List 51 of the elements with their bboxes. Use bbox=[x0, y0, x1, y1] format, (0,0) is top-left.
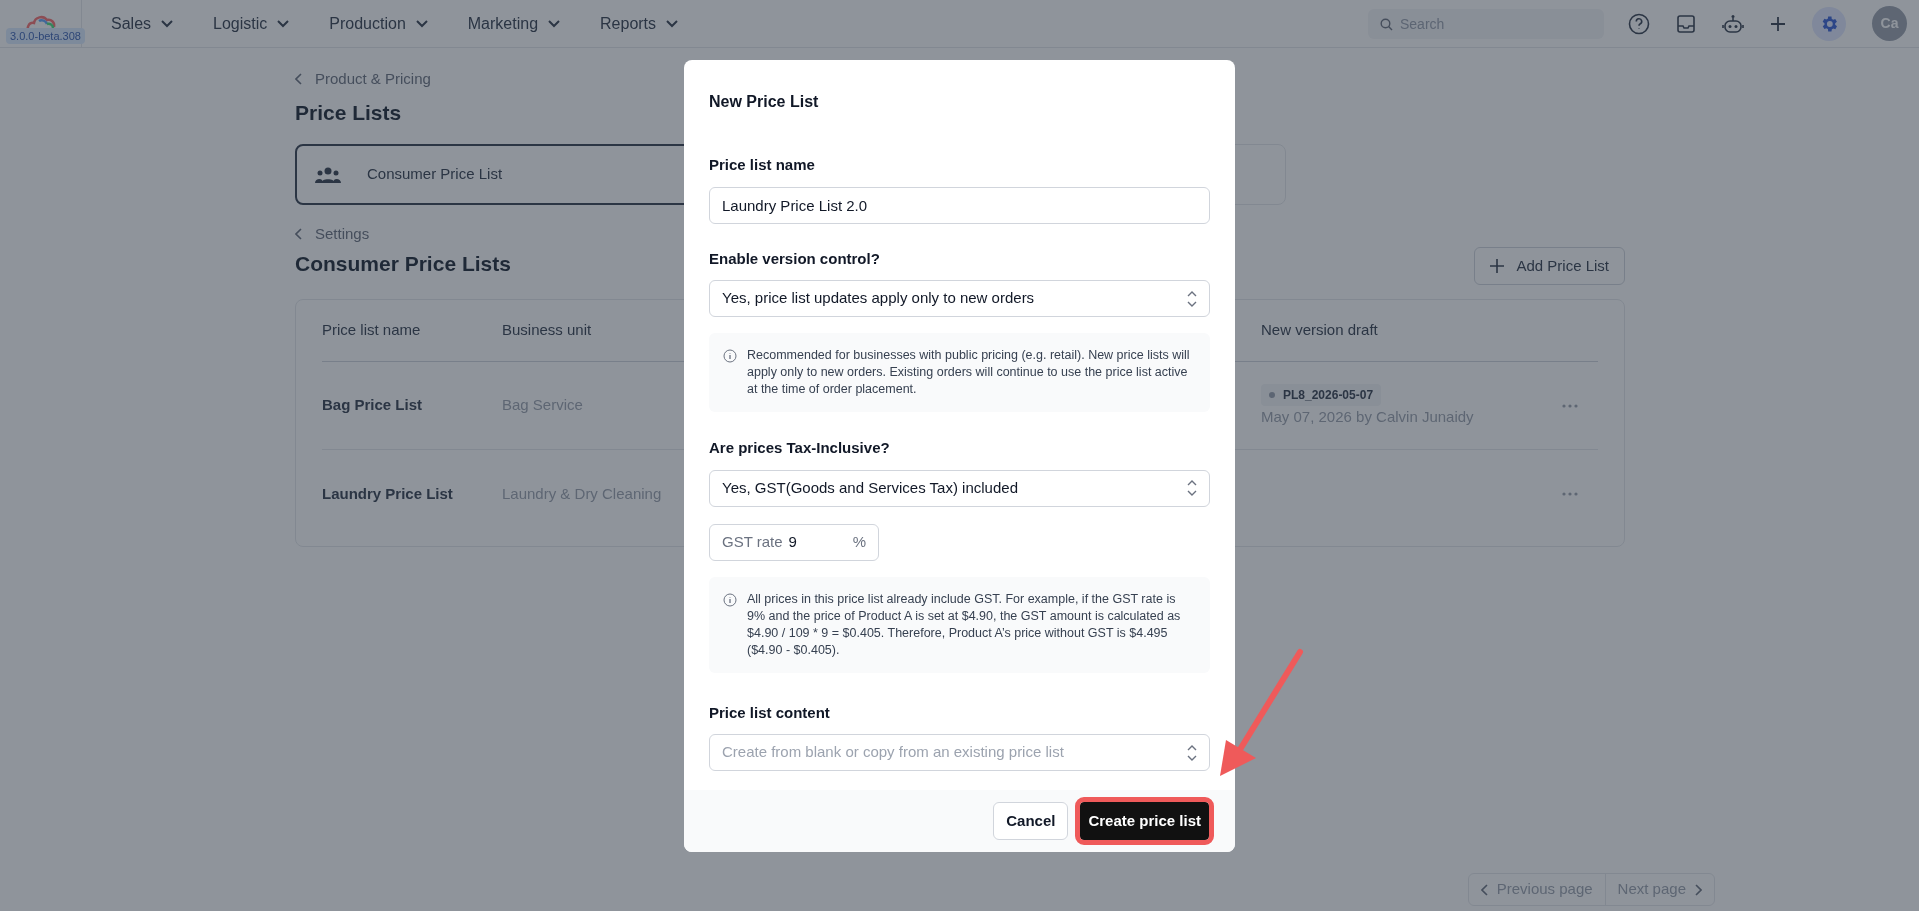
column-header: New version draft bbox=[1261, 320, 1378, 341]
nav-menu-item[interactable]: Logistic bbox=[213, 11, 290, 36]
up-down-chevron-icon bbox=[1187, 290, 1197, 307]
robot-icon[interactable] bbox=[1722, 13, 1744, 34]
up-down-chevron-icon bbox=[1187, 744, 1197, 761]
select-field[interactable]: Yes, price list updates apply only to new orders bbox=[709, 280, 1210, 317]
info-icon bbox=[723, 349, 737, 363]
plus-icon[interactable] bbox=[1770, 15, 1786, 32]
table-cell: Bag Price List bbox=[322, 396, 423, 414]
select-field[interactable]: Yes, GST(Goods and Services Tax) included bbox=[709, 469, 1210, 507]
nav-menu-item[interactable]: Production bbox=[329, 11, 428, 36]
name-input-field[interactable]: Laundry Price List 2.0 bbox=[709, 186, 1210, 224]
field-label: Are prices Tax-Inclusive? bbox=[709, 438, 891, 458]
up-down-chevron-icon bbox=[1187, 480, 1197, 496]
info-text: All prices in this price list already include GST. For example, if the GST rate is 9% and the price of Product A is set at $4.90, the GST amount is calculated as $4.90 / 109 * 9 = $0.405. Therefore, Product A’s price without GST is $4.495 ($4.90 - $0.405). bbox=[747, 590, 1182, 659]
column-header: Price list name bbox=[322, 321, 421, 339]
chevron-left-icon bbox=[295, 73, 303, 86]
help-icon[interactable] bbox=[1628, 12, 1650, 35]
version-badge: 3.0.0-beta.308 bbox=[6, 27, 85, 44]
gst-rate-field[interactable]: GST rate 9 % bbox=[709, 523, 879, 561]
section-title: Consumer Price Lists bbox=[295, 250, 511, 277]
table-cell: Laundry Price List bbox=[322, 484, 453, 502]
field-label: Price list content bbox=[709, 702, 831, 723]
add-price-list-button[interactable]: Add Price List bbox=[1474, 247, 1625, 285]
cancel-button[interactable]: Cancel bbox=[993, 802, 1069, 840]
search-icon bbox=[1380, 17, 1393, 31]
breadcrumb-link[interactable]: Settings bbox=[295, 223, 370, 246]
select-field[interactable]: Create from blank or copy from an existing price list bbox=[709, 734, 1210, 771]
column-header: Business unit bbox=[502, 321, 592, 339]
chevron-down-icon bbox=[277, 19, 290, 28]
version-tag: PL8_2026-05-07 bbox=[1261, 384, 1382, 407]
nav-menu-item[interactable]: Sales bbox=[111, 11, 174, 36]
breadcrumb-link[interactable]: Product & Pricing bbox=[295, 68, 431, 91]
chevron-right-icon bbox=[1694, 883, 1702, 896]
nav-menu-item[interactable]: Marketing bbox=[467, 11, 561, 36]
info-text: Recommended for businesses with public pricing (e.g. retail). New price lists will apply only to new orders. Existing orders will continue to use the price list active at the time of order placement. bbox=[747, 347, 1191, 398]
chevron-down-icon bbox=[415, 19, 428, 28]
plus-icon bbox=[1490, 259, 1505, 273]
dialog-title: New Price List bbox=[709, 92, 820, 112]
info-icon bbox=[723, 592, 737, 607]
chevron-left-icon bbox=[295, 228, 303, 241]
field-label: Enable version control? bbox=[709, 248, 881, 269]
inbox-icon[interactable] bbox=[1676, 13, 1696, 34]
page-title: Price Lists bbox=[295, 99, 402, 126]
nav-menu-item[interactable]: Reports bbox=[600, 11, 679, 36]
settings-icon[interactable] bbox=[1812, 6, 1846, 41]
chevron-down-icon bbox=[666, 19, 679, 28]
people-icon bbox=[315, 165, 341, 184]
chevron-down-icon bbox=[161, 19, 174, 28]
chevron-down-icon bbox=[548, 19, 561, 28]
chevron-left-icon bbox=[1480, 883, 1489, 896]
